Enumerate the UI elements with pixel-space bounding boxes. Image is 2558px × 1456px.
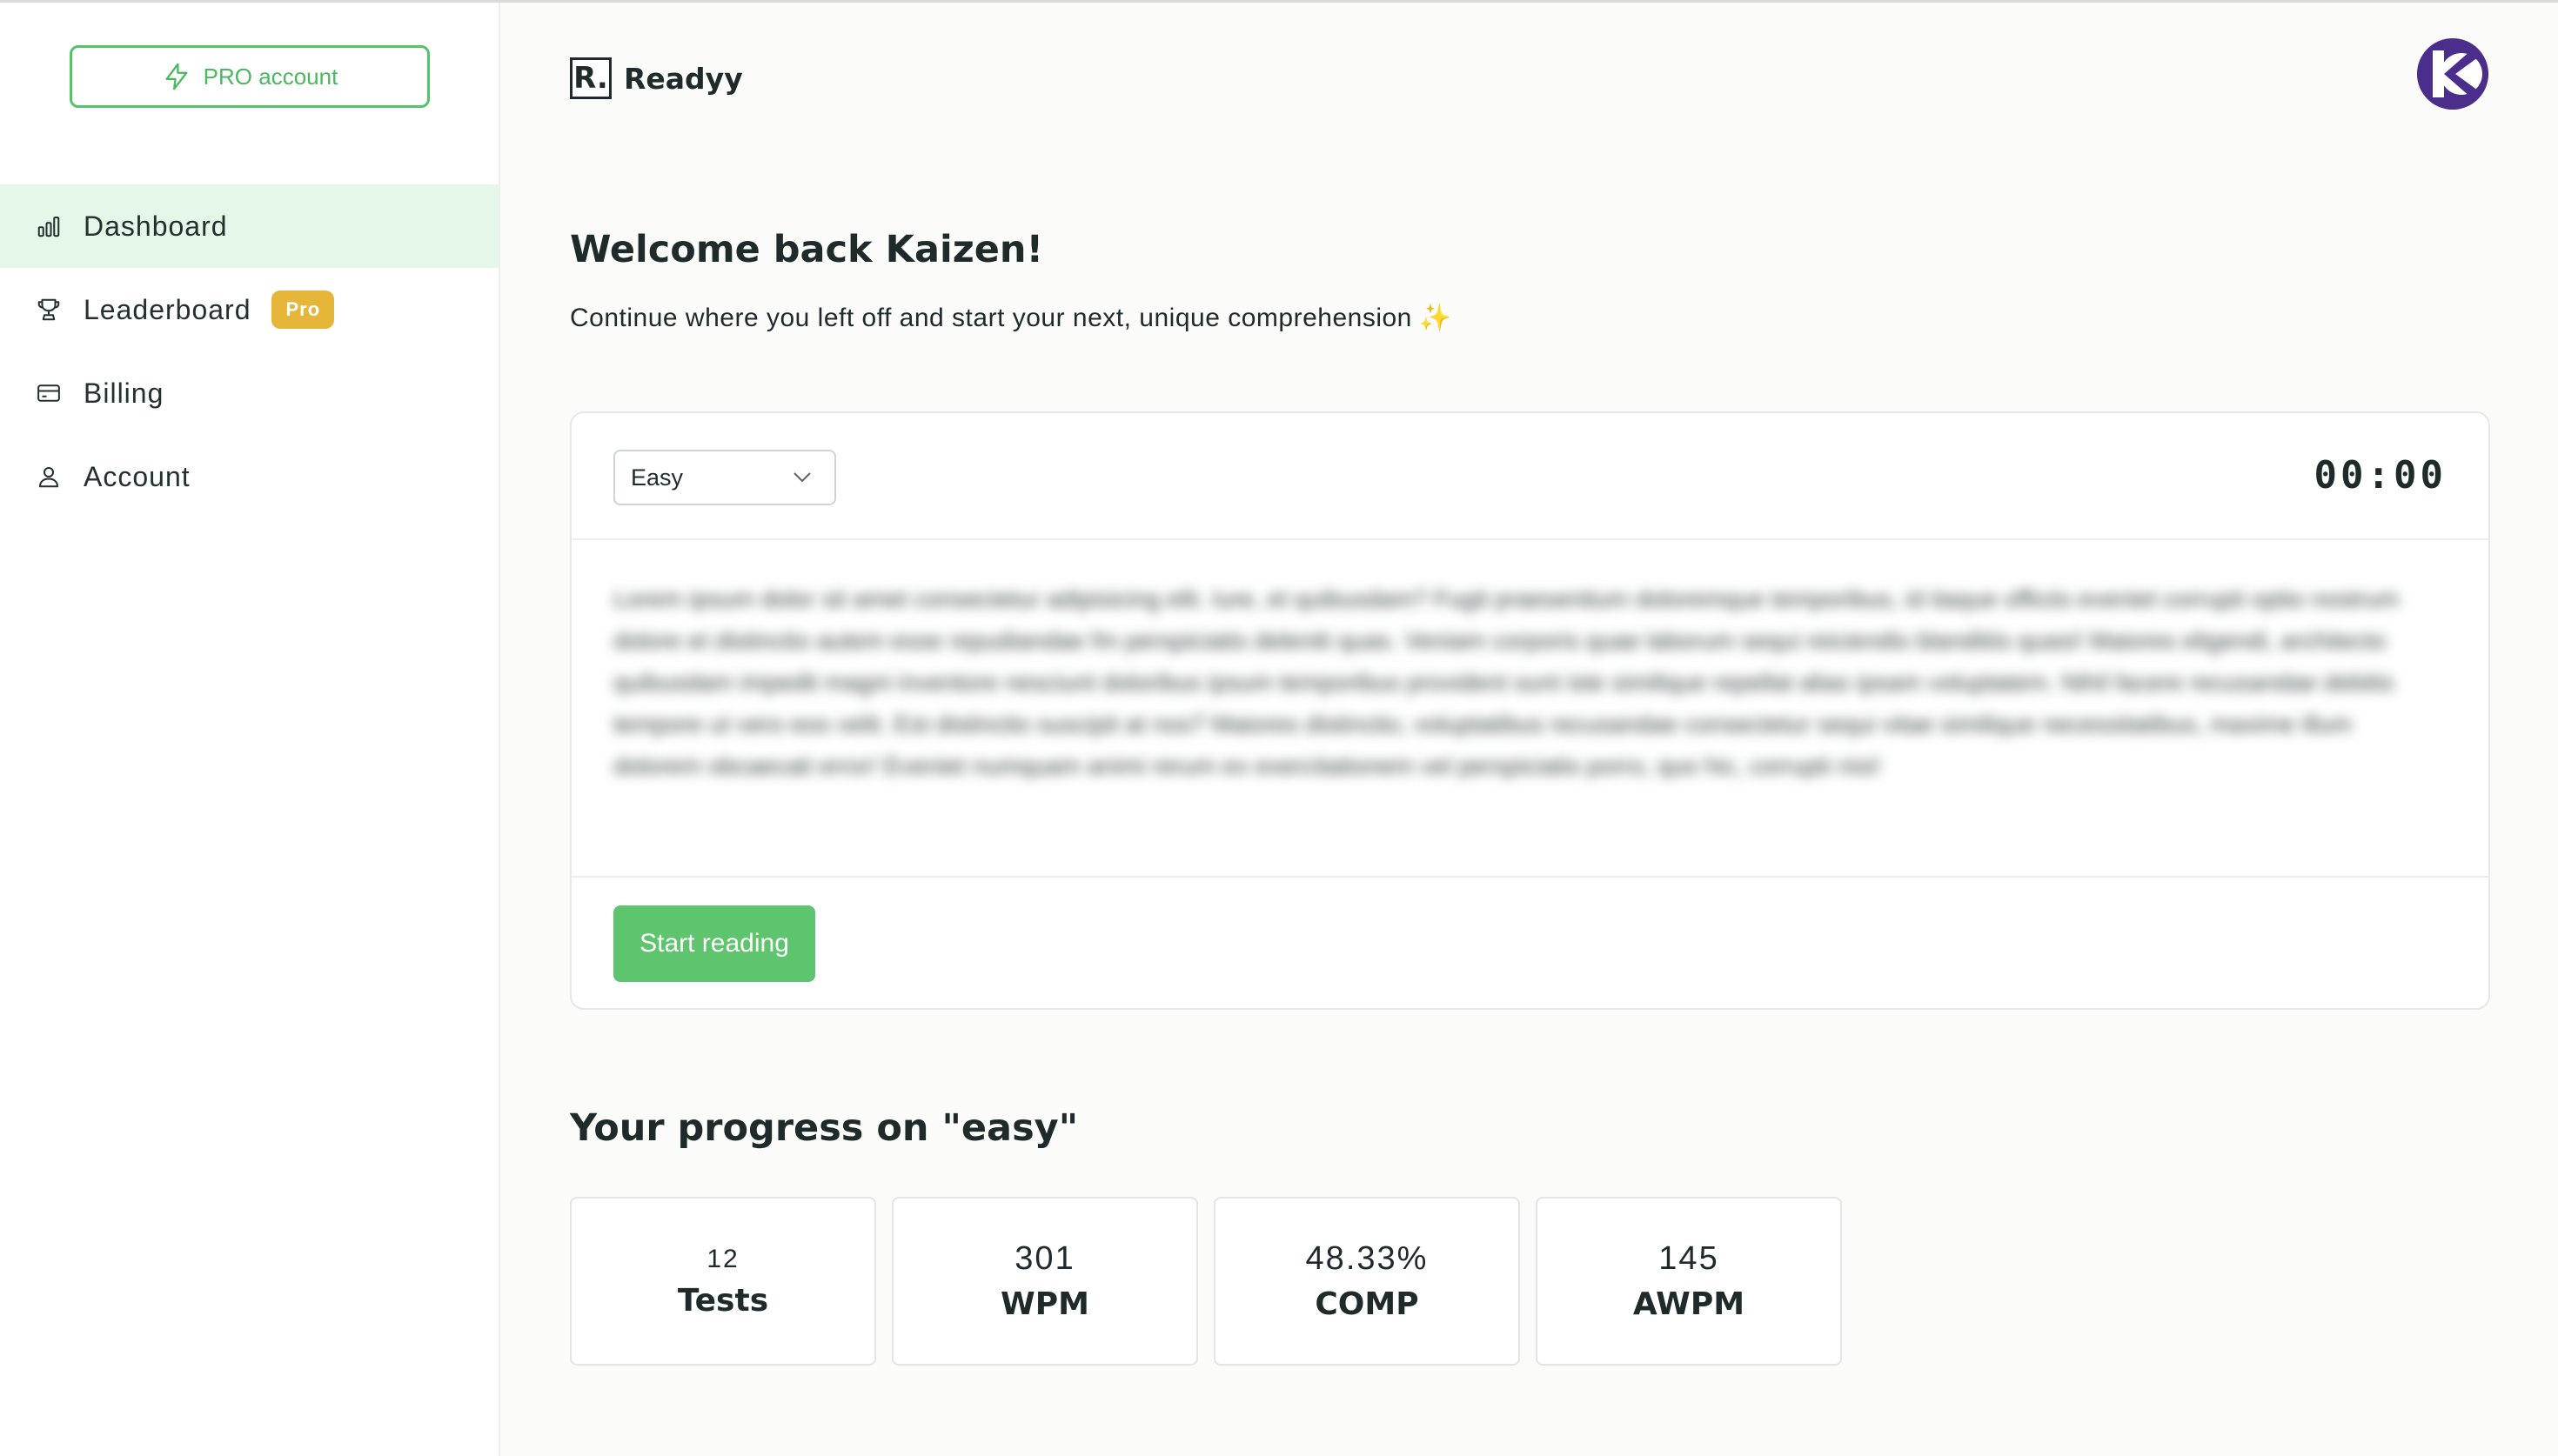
stat-value: 301 bbox=[1014, 1240, 1075, 1277]
user-icon bbox=[35, 463, 63, 491]
brand-logo: R. bbox=[570, 57, 612, 99]
stat-card-wpm: 301 WPM bbox=[892, 1197, 1198, 1366]
difficulty-select[interactable]: Easy bbox=[613, 450, 836, 505]
sidebar-item-billing[interactable]: Billing bbox=[0, 351, 499, 435]
reading-card: Easy 00:00 Lorem ipsum dolor sit amet co… bbox=[570, 411, 2490, 1010]
sidebar-item-label: Account bbox=[84, 460, 191, 492]
sidebar-item-leaderboard[interactable]: Leaderboard Pro bbox=[0, 268, 499, 351]
stats-row: 12 Tests 301 WPM 48.33% COMP 145 AWPM bbox=[570, 1197, 1842, 1366]
stat-card-comp: 48.33% COMP bbox=[1214, 1197, 1520, 1366]
stat-value: 145 bbox=[1658, 1240, 1719, 1277]
stat-value: 12 bbox=[706, 1244, 740, 1273]
sidebar-item-label: Leaderboard bbox=[84, 293, 251, 325]
stat-label: Tests bbox=[677, 1282, 769, 1319]
progress-heading: Your progress on "easy" bbox=[570, 1106, 1079, 1150]
app-root: PRO account Dashboard Leaderboard Pro Bi… bbox=[0, 0, 2558, 1456]
reading-card-header: Easy 00:00 bbox=[572, 413, 2488, 540]
pro-account-label: PRO account bbox=[203, 63, 338, 90]
stat-value: 48.33% bbox=[1305, 1240, 1429, 1277]
sidebar-item-account[interactable]: Account bbox=[0, 435, 499, 518]
sidebar: PRO account Dashboard Leaderboard Pro Bi… bbox=[0, 0, 500, 1456]
sidebar-item-label: Billing bbox=[84, 377, 164, 409]
avatar[interactable] bbox=[2417, 38, 2488, 110]
stat-label: COMP bbox=[1315, 1286, 1419, 1322]
reading-card-body: Lorem ipsum dolor sit amet consectetur a… bbox=[572, 540, 2488, 878]
sidebar-nav: Dashboard Leaderboard Pro Billing Accoun… bbox=[0, 184, 499, 518]
reading-passage: Lorem ipsum dolor sit amet consectetur a… bbox=[613, 585, 2400, 779]
stat-label: WPM bbox=[1001, 1286, 1089, 1322]
main-content: R. Readyy Welcome back Kaizen! Continue … bbox=[500, 0, 2558, 1456]
welcome-subtitle: Continue where you left off and start yo… bbox=[570, 303, 1452, 333]
top-divider bbox=[0, 0, 2558, 3]
avatar-logo-icon bbox=[2417, 38, 2488, 110]
brand[interactable]: R. Readyy bbox=[570, 57, 743, 99]
timer: 00:00 bbox=[2314, 453, 2447, 498]
sidebar-item-label: Dashboard bbox=[84, 210, 228, 242]
lightning-icon bbox=[165, 63, 188, 90]
bar-chart-icon bbox=[35, 212, 63, 240]
credit-card-icon bbox=[35, 379, 63, 407]
start-reading-button[interactable]: Start reading bbox=[613, 905, 815, 982]
pro-badge: Pro bbox=[271, 291, 335, 329]
pro-account-button[interactable]: PRO account bbox=[70, 45, 430, 108]
difficulty-value: Easy bbox=[631, 464, 684, 491]
chevron-down-icon bbox=[794, 472, 811, 483]
sidebar-item-dashboard[interactable]: Dashboard bbox=[0, 184, 499, 268]
stat-card-awpm: 145 AWPM bbox=[1536, 1197, 1842, 1366]
stat-card-tests: 12 Tests bbox=[570, 1197, 876, 1366]
welcome-heading: Welcome back Kaizen! bbox=[570, 228, 1044, 271]
sparkle-icon: ✨ bbox=[1418, 304, 1452, 332]
trophy-icon bbox=[35, 296, 63, 324]
stat-label: AWPM bbox=[1632, 1286, 1745, 1322]
brand-name: Readyy bbox=[624, 61, 743, 96]
subtitle-text: Continue where you left off and start yo… bbox=[570, 304, 1412, 332]
